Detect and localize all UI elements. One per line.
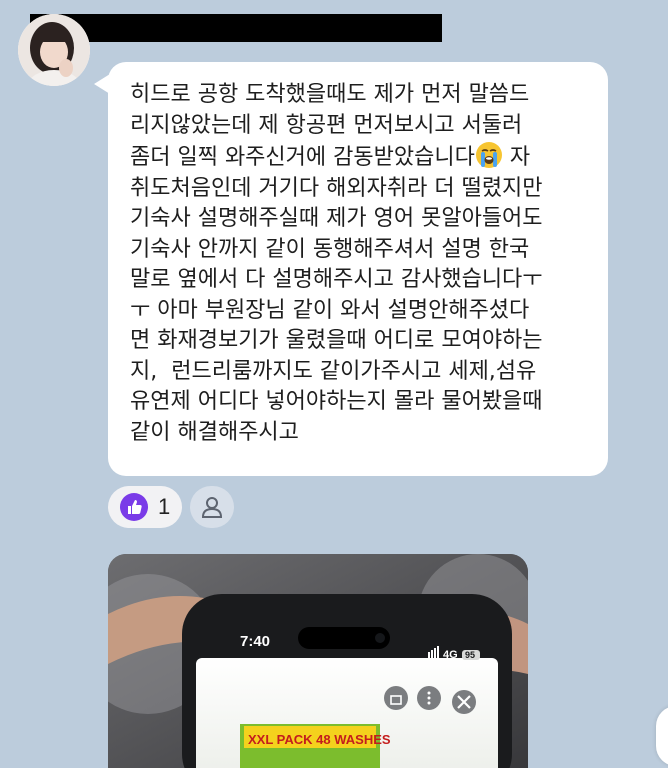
phone-time: 7:40: [240, 633, 270, 650]
message-text-part-2: 자 취도처음인데 거기다 해외자취라 더 떨렸지만 기숙사 설명해주실때 제가 …: [130, 145, 543, 445]
phone-battery: 95: [465, 650, 475, 660]
thumbs-up-icon: [120, 493, 148, 521]
avatar-image: [18, 14, 90, 86]
message-text-part-1: 히드로 공항 도착했을때도 제가 먼저 말씀드 리지않았는데 제 항공편 먼저보…: [130, 82, 530, 170]
loudly-crying-face-icon: [475, 142, 502, 168]
person-icon: [201, 497, 223, 518]
sender-avatar[interactable]: [18, 14, 90, 86]
reaction-button[interactable]: 1: [108, 486, 182, 528]
message-text: 히드로 공항 도착했을때도 제가 먼저 말씀드 리지않았는데 제 항공편 먼저보…: [130, 80, 592, 448]
side-scroll-button[interactable]: [656, 706, 668, 766]
product-banner: XXL PACK 48 WASHES: [248, 732, 391, 747]
photo-image: 7:40 4G 95 XXL PACK 48 WASHES: [108, 554, 528, 768]
reaction-count: 1: [158, 494, 171, 519]
message-bubble[interactable]: 히드로 공항 도착했을때도 제가 먼저 말씀드 리지않았는데 제 항공편 먼저보…: [108, 62, 608, 476]
phone-network: 4G: [443, 649, 458, 661]
add-reaction-button[interactable]: [190, 486, 234, 528]
sender-name-redacted: [30, 14, 442, 42]
photo-attachment[interactable]: 7:40 4G 95 XXL PACK 48 WASHES: [108, 554, 528, 768]
